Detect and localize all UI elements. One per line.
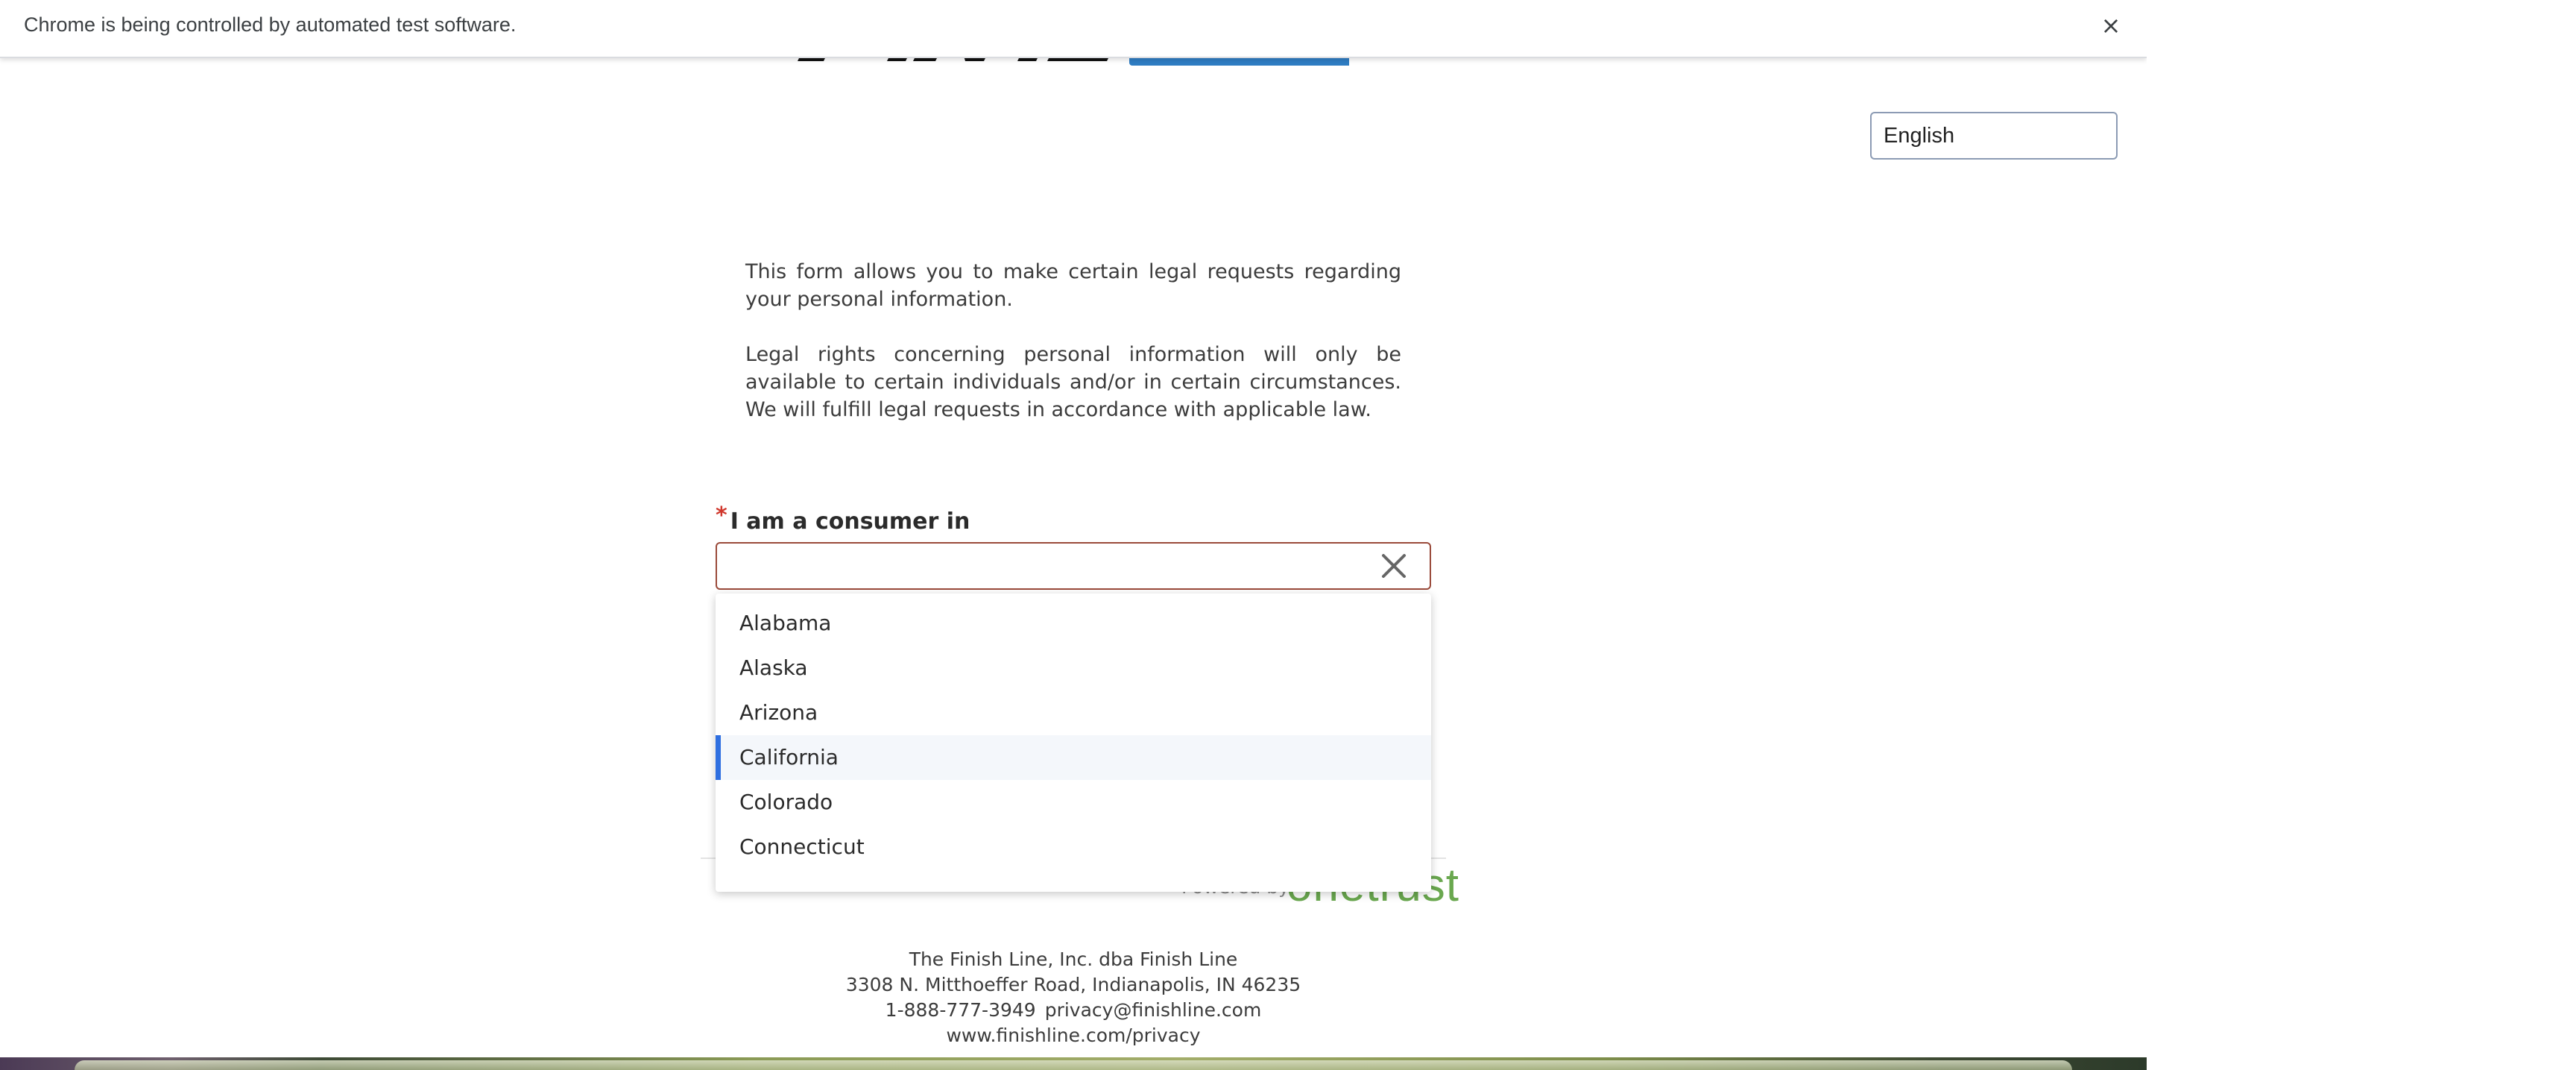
browser-window: Chrome is being controlled by automated … [0,0,2147,1057]
intro-text: This form allows you to make certain leg… [745,258,1401,451]
intro-paragraph-1: This form allows you to make certain leg… [745,260,1401,311]
dropdown-option-alabama[interactable]: Alabama [716,601,1431,646]
state-dropdown-list: Alabama Alaska Arizona California Colora… [716,594,1431,892]
company-name: The Finish Line, Inc. dba Finish Line [909,948,1238,970]
consumer-field-label: * I am a consumer in [716,503,970,535]
company-website-link[interactable]: www.finishline.com/privacy [745,1023,1401,1048]
desktop-dock [75,1060,2072,1070]
company-phone: 1-888-777-3949 [885,999,1036,1021]
consumer-location-input[interactable] [716,542,1431,590]
consumer-field-label-text: I am a consumer in [730,509,970,535]
dropdown-option-california[interactable]: California [716,735,1431,780]
close-icon[interactable] [1377,550,1410,582]
company-email-link[interactable]: privacy@finishline.com [1045,999,1262,1021]
infobar-message: Chrome is being controlled by automated … [24,13,517,36]
company-contact: 1-888-777-3949 privacy@finishline.com [745,998,1401,1023]
dropdown-option-arizona[interactable]: Arizona [716,690,1431,735]
intro-paragraph-2: Legal rights concerning personal informa… [745,343,1401,421]
automation-infobar: Chrome is being controlled by automated … [0,0,2147,58]
language-select[interactable]: English [1870,112,2118,160]
dropdown-option-connecticut[interactable]: Connecticut [716,825,1431,869]
dropdown-option-colorado[interactable]: Colorado [716,780,1431,825]
company-info: The Finish Line, Inc. dba Finish Line 33… [745,947,1401,1048]
infobar-close-icon[interactable]: × [2096,10,2126,40]
dropdown-option-alaska[interactable]: Alaska [716,646,1431,690]
required-marker: * [716,503,727,529]
company-address: 3308 N. Mitthoeffer Road, Indianapolis, … [845,974,1301,995]
